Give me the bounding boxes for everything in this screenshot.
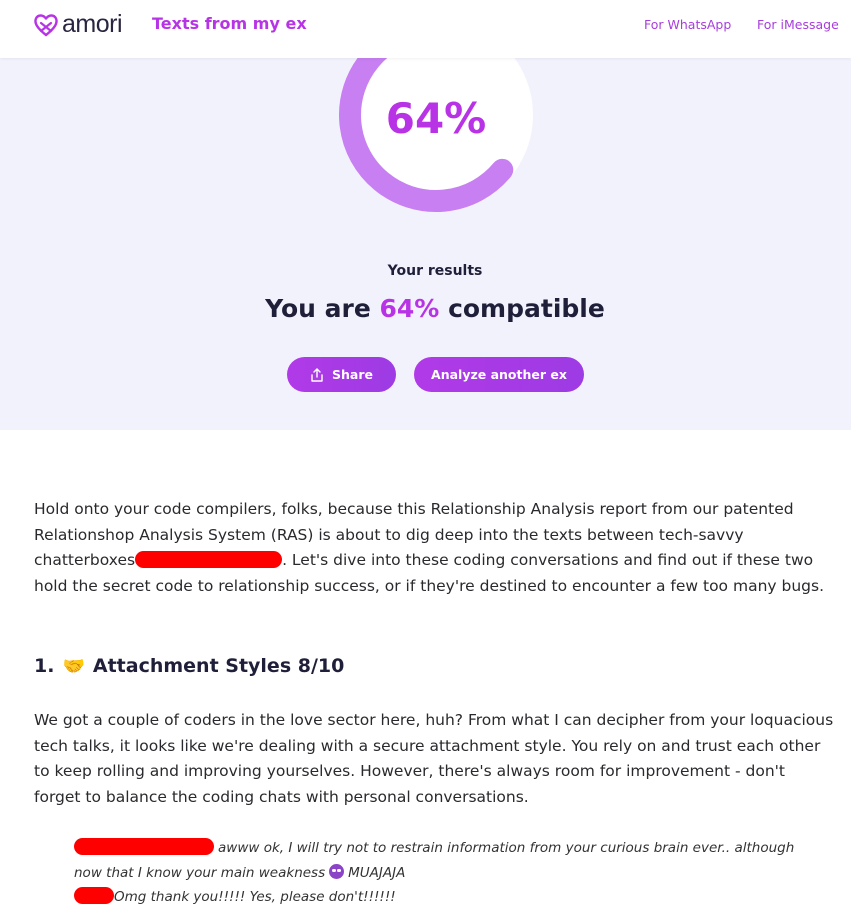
- compat-suffix: compatible: [439, 294, 605, 323]
- nav-link-imessage[interactable]: For iMessage: [757, 17, 839, 32]
- gauge-percent: 64%: [385, 94, 487, 143]
- compat-value: 64%: [379, 294, 440, 323]
- analyze-another-button[interactable]: Analyze another ex: [414, 357, 584, 392]
- smiling-face-with-horns-icon: [329, 863, 345, 879]
- logo-text: amori: [62, 10, 123, 38]
- results-label: Your results: [387, 263, 483, 279]
- section-number: 1.: [34, 655, 55, 677]
- share-icon: [311, 367, 323, 382]
- section-body: We got a couple of coders in the love se…: [34, 711, 834, 807]
- redaction-bar: [74, 838, 214, 855]
- section-title: Attachment Styles 8/10: [92, 655, 345, 677]
- page-title: Texts from my ex: [152, 14, 307, 33]
- compatibility-headline: You are 64% compatible: [0, 294, 851, 323]
- redaction-bar: [74, 887, 114, 904]
- quote-text-end: MUAJAJA: [348, 864, 406, 881]
- intro-paragraph: Hold onto your code compilers, folks, be…: [34, 497, 834, 600]
- quote-line: Omg thank you!!!!! Yes, please don't!!!!…: [74, 885, 814, 910]
- handshake-icon: 🤝: [62, 655, 85, 677]
- section-heading: 1. 🤝 Attachment Styles 8/10: [34, 655, 344, 677]
- share-button-label: Share: [332, 367, 373, 382]
- quote-line: awww ok, I will try not to restrain info…: [74, 836, 814, 885]
- redaction-bar: [135, 551, 283, 569]
- compat-prefix: You are: [265, 294, 380, 323]
- nav-link-whatsapp[interactable]: For WhatsApp: [644, 17, 731, 32]
- share-button[interactable]: Share: [287, 357, 396, 392]
- results-hero: 64% Your results You are 64% compatible …: [0, 58, 851, 430]
- site-header: amori Texts from my ex For WhatsApp For …: [0, 0, 851, 58]
- amori-logo[interactable]: amori: [33, 10, 123, 39]
- chat-quote: awww ok, I will try not to restrain info…: [74, 836, 814, 910]
- quote-text: Omg thank you!!!!! Yes, please don't!!!!…: [114, 889, 396, 905]
- heart-logo-icon: [34, 13, 58, 36]
